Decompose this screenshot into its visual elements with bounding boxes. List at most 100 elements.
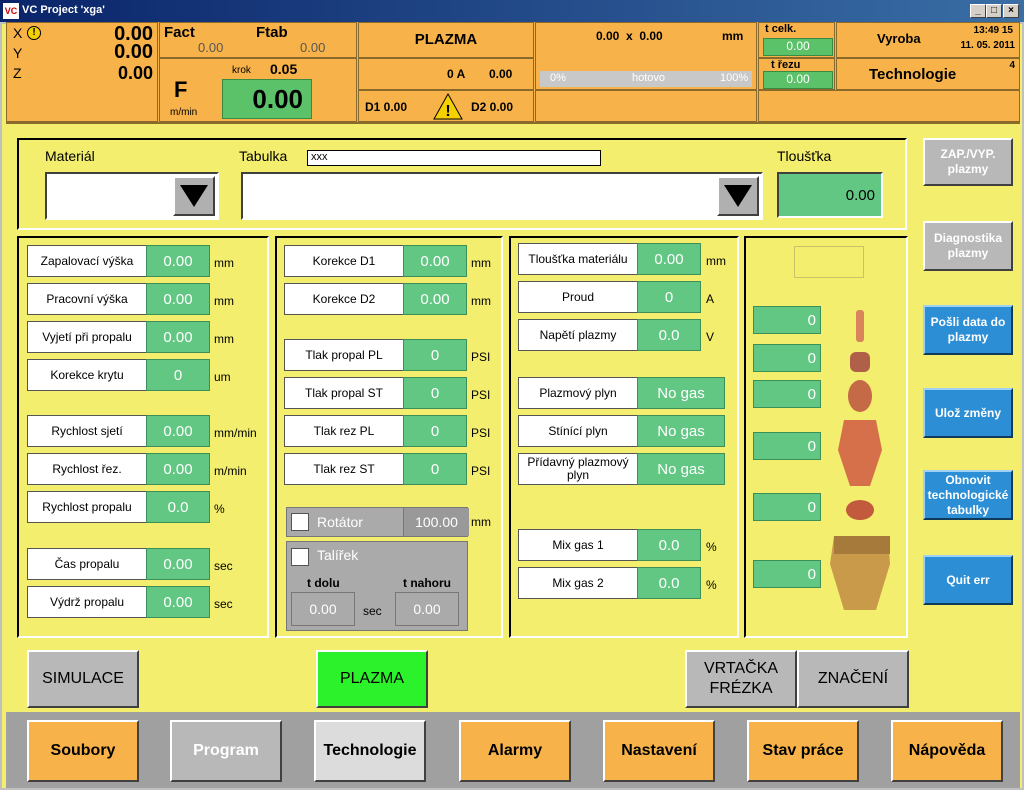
talirek-checkbox[interactable] — [291, 548, 309, 566]
rychlost-propalu-field[interactable]: 0.0 — [146, 491, 210, 523]
part-field-4[interactable]: 0 — [753, 432, 821, 460]
pridavny-plazmovy-plyn-field[interactable]: No gas — [637, 453, 725, 485]
tlak-rez-pl-field[interactable]: 0 — [403, 415, 467, 447]
current-display: 0 A 0.00 — [358, 58, 534, 90]
rotator-row: Rotátor 100.00 — [286, 507, 469, 537]
nav-nastaveni-button[interactable]: Nastavení — [603, 720, 715, 782]
rychlost-sjeti-field[interactable]: 0.00 — [146, 415, 210, 447]
rotator-label: Rotátor — [317, 514, 363, 530]
rychlost-rez-label: Rychlost řez. — [27, 453, 147, 485]
fact-value: 0.00 — [198, 40, 224, 55]
rychlost-rez-field[interactable]: 0.00 — [146, 453, 210, 485]
table-select[interactable] — [241, 172, 763, 220]
warning-icon: ! — [27, 26, 41, 40]
coords-unit: mm — [722, 29, 744, 43]
korekce-krytu-field[interactable]: 0 — [146, 359, 210, 391]
plazmovy-plyn-label: Plazmový plyn — [518, 377, 638, 409]
tloustka-materialu-field[interactable]: 0.00 — [637, 243, 701, 275]
nav-alarmy-button[interactable]: Alarmy — [459, 720, 571, 782]
korekce-krytu-unit: um — [214, 370, 231, 384]
obnovit-technologicke-tabulky-button[interactable]: Obnovit technologické tabulky — [923, 470, 1013, 520]
simulace-button[interactable]: SIMULACE — [27, 650, 139, 708]
mode-display: PLAZMA — [358, 22, 534, 58]
pracovni-vyska-field[interactable]: 0.00 — [146, 283, 210, 315]
uloz-zmeny-button[interactable]: Ulož změny — [923, 388, 1013, 438]
part-field-5[interactable]: 0 — [753, 493, 821, 521]
mix-gas-1-field[interactable]: 0.0 — [637, 529, 701, 561]
nav-soubory-button[interactable]: Soubory — [27, 720, 139, 782]
torch-parts-icon — [830, 310, 890, 610]
position-readout: X ! Y Z 0.00 0.00 0.00 — [6, 22, 158, 122]
empty-status-2 — [758, 90, 1020, 122]
napeti-plazmy-field[interactable]: 0.0 — [637, 319, 701, 351]
progress-label: hotovo — [632, 72, 666, 84]
f-unit: m/min — [170, 107, 198, 118]
maximize-button[interactable]: □ — [986, 4, 1002, 18]
progress-start: 0% — [550, 72, 566, 84]
part-image-placeholder — [794, 246, 864, 278]
proud-field[interactable]: 0 — [637, 281, 701, 313]
material-dropdown-icon[interactable] — [173, 176, 215, 216]
korekce-d2-field[interactable]: 0.00 — [403, 283, 467, 315]
tlak-rez-st-field[interactable]: 0 — [403, 453, 467, 485]
material-label: Materiál — [45, 148, 95, 164]
cas-propalu-field[interactable]: 0.00 — [146, 548, 210, 580]
nav-napoveda-button[interactable]: Nápověda — [891, 720, 1003, 782]
vyjeti-pri-propalu-label: Vyjetí při propalu — [27, 321, 147, 353]
progress-end: 100% — [720, 72, 749, 84]
vyjeti-pri-propalu-unit: mm — [214, 332, 234, 346]
material-panel: Materiál Tabulka xxx Tloušťka 0.00 — [17, 138, 907, 230]
f-label: F — [174, 77, 188, 102]
nav-stav-prace-button[interactable]: Stav práce — [747, 720, 859, 782]
zapalovaci-vyska-unit: mm — [214, 256, 234, 270]
cut-time-box: t řezu 0.00 — [758, 58, 835, 90]
tabulka-label: Tabulka — [239, 148, 288, 164]
zapalovaci-vyska-field[interactable]: 0.00 — [146, 245, 210, 277]
close-button[interactable]: × — [1003, 4, 1019, 18]
part-field-1[interactable]: 0 — [753, 306, 821, 334]
minimize-button[interactable]: _ — [970, 4, 986, 18]
empty-status — [535, 90, 757, 122]
d1-value: D1 0.00 — [365, 100, 408, 114]
t-nahoru-field[interactable]: 0.00 — [395, 592, 459, 626]
technology-box: Technologie 4 — [836, 58, 1020, 90]
z-axis-label: Z — [13, 65, 22, 81]
posli-data-do-plazmy-button[interactable]: Pošli data do plazmy — [923, 305, 1013, 355]
quit-err-button[interactable]: Quit err — [923, 555, 1013, 605]
korekce-d1-field[interactable]: 0.00 — [403, 245, 467, 277]
feedrate-box: F m/min krok 0.05 0.00 — [159, 58, 357, 122]
nav-program-button[interactable]: Program — [170, 720, 282, 782]
vrtacka-button[interactable]: VRTAČKA FRÉZKA — [685, 650, 797, 708]
stinici-plyn-label: Stínící plyn — [518, 415, 638, 447]
tabulka-input[interactable]: xxx — [307, 150, 601, 166]
znaceni-button[interactable]: ZNAČENÍ — [797, 650, 909, 708]
table-dropdown-icon[interactable] — [717, 176, 759, 216]
mix-gas-2-unit: % — [706, 578, 717, 592]
rotator-unit: mm — [471, 515, 491, 529]
t-dolu-field[interactable]: 0.00 — [291, 592, 355, 626]
thickness-field[interactable]: 0.00 — [777, 172, 883, 218]
svg-text:!: ! — [445, 103, 450, 120]
tlak-propal-pl-field[interactable]: 0 — [403, 339, 467, 371]
pracovni-vyska-label: Pracovní výška — [27, 283, 147, 315]
plazma-button[interactable]: PLAZMA — [316, 650, 428, 708]
talirek-group: Talířek t dolu t nahoru 0.00 sec 0.00 — [286, 541, 468, 631]
mix-gas-2-field[interactable]: 0.0 — [637, 567, 701, 599]
vydrz-propalu-field[interactable]: 0.00 — [146, 586, 210, 618]
vyjeti-pri-propalu-field[interactable]: 0.00 — [146, 321, 210, 353]
tlak-propal-st-field[interactable]: 0 — [403, 377, 467, 409]
technologie-label: Technologie — [869, 66, 957, 83]
rotator-checkbox[interactable] — [291, 513, 309, 531]
plazmovy-plyn-field[interactable]: No gas — [637, 377, 725, 409]
diagnostika-plazmy-button[interactable]: Diagnostika plazmy — [923, 221, 1013, 271]
stinici-plyn-field[interactable]: No gas — [637, 415, 725, 447]
part-field-6[interactable]: 0 — [753, 560, 821, 588]
nav-technologie-button[interactable]: Technologie — [314, 720, 426, 782]
t-celk-label: t celk. — [765, 23, 797, 35]
zap-vyp-plazmy-button[interactable]: ZAP./VYP. plazmy — [923, 138, 1013, 186]
part-field-2[interactable]: 0 — [753, 344, 821, 372]
voltage-value: 0.00 — [489, 67, 513, 81]
krok-label: krok — [232, 65, 251, 76]
part-field-3[interactable]: 0 — [753, 380, 821, 408]
material-select[interactable] — [45, 172, 219, 220]
